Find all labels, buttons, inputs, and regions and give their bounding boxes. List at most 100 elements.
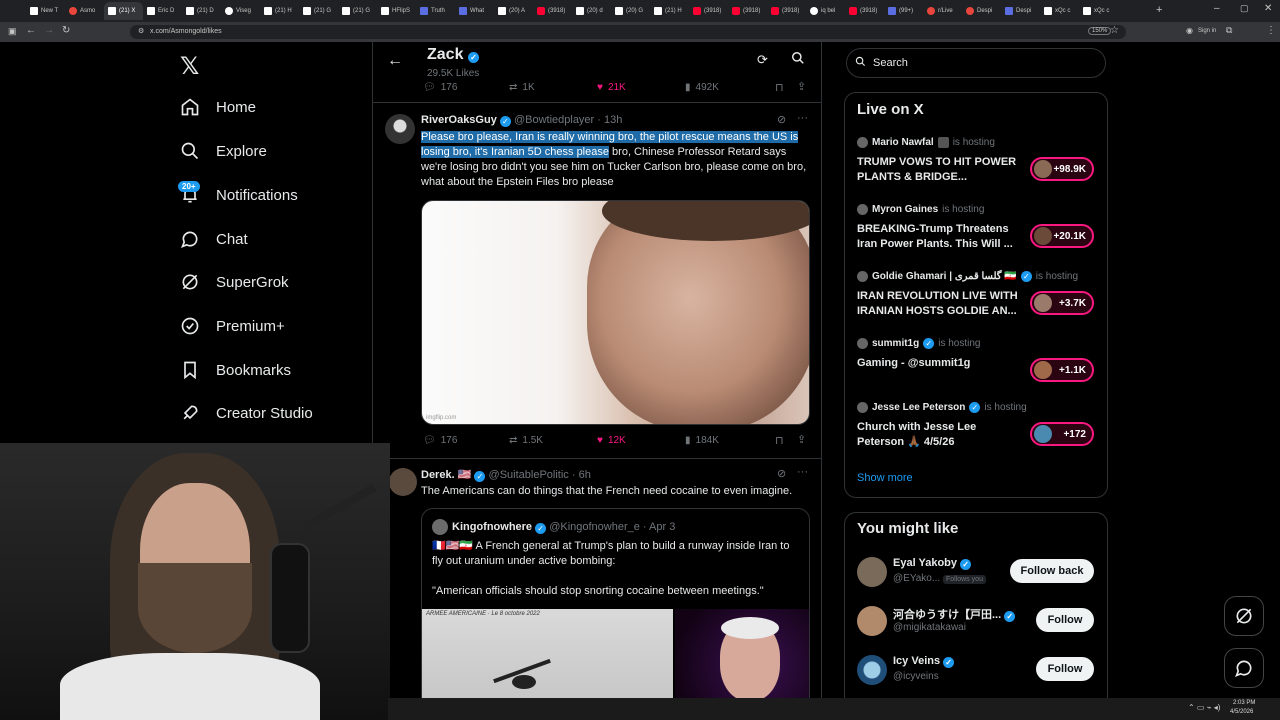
grok-refresh-icon[interactable]: ⟳ [757, 52, 768, 68]
views-stat[interactable]: ▮ 184K [685, 435, 719, 446]
suggested-user-handle[interactable]: @EYako... Follows you [893, 573, 986, 584]
like-button[interactable]: ♥ 12K [597, 435, 626, 446]
live-host[interactable]: Goldie Ghamari | گلسا قمری 🇮🇷 ✓ is hosting [857, 271, 1078, 282]
more-options-icon[interactable]: ··· [797, 112, 808, 124]
live-title[interactable]: TRUMP VOWS TO HIT POWER PLANTS & BRIDGE.… [857, 155, 1022, 185]
browser-tab[interactable]: (21) H [650, 2, 689, 20]
sidebar-item-explore[interactable]: Explore [180, 141, 267, 161]
bookmark-action-icon[interactable]: ⊓ [775, 81, 784, 94]
browser-tab[interactable]: Eric D [143, 2, 182, 20]
tweet-media[interactable]: imgflip.com [421, 200, 810, 425]
reload-icon[interactable]: ↻ [62, 25, 70, 36]
back-arrow-icon[interactable]: ← [387, 52, 403, 70]
browser-tab[interactable]: Viseg [221, 2, 260, 20]
avatar[interactable] [385, 114, 415, 144]
grok-icon[interactable]: ⊘ [777, 467, 786, 480]
zoom-indicator[interactable]: 150% [1088, 27, 1112, 35]
browser-tab[interactable]: (3918) [689, 2, 728, 20]
quote-tweet[interactable]: Kingofnowhere ✓ @Kingofnowher_e · Apr 3 … [421, 508, 810, 720]
browser-tab[interactable]: (21) H [260, 2, 299, 20]
live-title[interactable]: IRAN REVOLUTION LIVE WITH IRANIAN HOSTS … [857, 289, 1022, 319]
display-name[interactable]: RiverOaksGuy [421, 114, 497, 126]
browser-tab[interactable]: Truth [416, 2, 455, 20]
browser-tab[interactable]: (21) G [299, 2, 338, 20]
show-more-link[interactable]: Show more [857, 472, 913, 484]
browser-tab[interactable]: xQc c [1040, 2, 1079, 20]
maximize-button[interactable]: ▢ [1240, 3, 1249, 14]
browser-tab[interactable]: (3918) [728, 2, 767, 20]
profile-icon[interactable]: ◉ [1186, 26, 1193, 35]
tweet-time[interactable]: · 6h [572, 469, 591, 481]
live-host[interactable]: Jesse Lee Peterson ✓ is hosting [857, 402, 1027, 413]
back-icon[interactable]: ← [26, 25, 36, 36]
signin-label[interactable]: Sign in [1198, 28, 1216, 34]
browser-tab[interactable]: (99+) [884, 2, 923, 20]
tweet-time[interactable]: · 13h [597, 114, 622, 126]
grok-floating-button[interactable] [1224, 596, 1264, 636]
browser-tab[interactable]: Asmo [65, 2, 104, 20]
suggested-user-name[interactable]: Icy Veins ✓ [893, 655, 955, 668]
browser-tab[interactable]: (21) G [338, 2, 377, 20]
browser-tab[interactable]: (20) d [572, 2, 611, 20]
suggested-user-handle[interactable]: @icyveins [893, 671, 939, 682]
live-listeners-pill[interactable]: +3.7K [1030, 291, 1094, 315]
browser-tab[interactable]: xQc c [1079, 2, 1118, 20]
browser-tab[interactable]: (20) A [494, 2, 533, 20]
forward-icon[interactable]: → [44, 25, 54, 36]
close-window-button[interactable]: ✕ [1264, 3, 1272, 14]
live-title[interactable]: Church with Jesse Lee Peterson 🙏🏾 4/5/26 [857, 420, 1022, 450]
repost-button[interactable]: ⇄ 1.5K [509, 435, 543, 446]
grok-icon[interactable]: ⊘ [777, 113, 786, 126]
suggested-user-name[interactable]: Eyal Yakoby ✓ [893, 557, 972, 570]
live-title[interactable]: BREAKING-Trump Threatens Iran Power Plan… [857, 222, 1022, 252]
browser-tab[interactable]: HFlipS [377, 2, 416, 20]
user-handle[interactable]: @Bowtiedplayer [514, 114, 594, 126]
follow-button[interactable]: Follow [1036, 657, 1094, 681]
avatar[interactable] [857, 606, 887, 636]
extensions-icon[interactable]: ⧉ [1226, 25, 1232, 36]
new-tab-button[interactable]: + [1156, 4, 1162, 16]
follow-back-button[interactable]: Follow back [1010, 559, 1094, 583]
header-search-icon[interactable] [791, 51, 805, 70]
avatar[interactable] [857, 655, 887, 685]
site-info-icon[interactable]: ⚙ [138, 25, 144, 39]
browser-tab[interactable]: (20) G [611, 2, 650, 20]
more-options-icon[interactable]: ··· [797, 466, 808, 478]
live-listeners-pill[interactable]: +20.1K [1030, 224, 1094, 248]
display-name[interactable]: Derek. [421, 469, 455, 481]
browser-tab[interactable]: New T [26, 2, 65, 20]
follow-button[interactable]: Follow [1036, 608, 1094, 632]
avatar[interactable] [389, 468, 417, 496]
browser-tab[interactable]: Despi [962, 2, 1001, 20]
browser-tab[interactable]: Despi [1001, 2, 1040, 20]
avatar[interactable] [857, 557, 887, 587]
sidebar-toggle-icon[interactable]: ▣ [8, 26, 17, 37]
sidebar-item-supergrok[interactable]: SuperGrok [180, 272, 289, 292]
browser-tab[interactable]: iq bel [806, 2, 845, 20]
suggested-user-handle[interactable]: @migikatakawai [893, 622, 966, 633]
live-host[interactable]: Mario Nawfal is hosting [857, 137, 995, 148]
reply-button[interactable]: 💬︎ 176 [423, 82, 457, 93]
sidebar-item-creator-studio[interactable]: Creator Studio [180, 403, 313, 423]
sidebar-item-chat[interactable]: Chat [180, 229, 248, 249]
tray-icons[interactable]: ⌃ ▭ ⌁ ◂) [1188, 703, 1220, 712]
views-stat[interactable]: ▮ 492K [685, 82, 719, 93]
share-icon[interactable]: ⇪ [797, 433, 806, 446]
live-host[interactable]: Myron Gaines is hosting [857, 204, 984, 215]
x-logo-icon[interactable]: 𝕏 [180, 52, 199, 80]
reply-button[interactable]: 💬︎ 176 [423, 435, 457, 446]
menu-icon[interactable]: ⋮ [1266, 25, 1276, 36]
browser-tab[interactable]: (3918) [533, 2, 572, 20]
clock-time[interactable]: 2:03 PM [1233, 700, 1255, 706]
suggested-user-name[interactable]: 河合ゆうすけ【戸田... ✓ [893, 606, 1016, 622]
bookmark-action-icon[interactable]: ⊓ [775, 434, 784, 447]
star-icon[interactable]: ☆ [1110, 25, 1119, 36]
clock-date[interactable]: 4/5/2026 [1230, 709, 1253, 715]
live-listeners-pill[interactable]: +98.9K [1030, 157, 1094, 181]
like-button[interactable]: ♥ 21K [597, 82, 626, 93]
browser-tab[interactable]: (21) X [104, 2, 143, 20]
sidebar-item-premium[interactable]: Premium+ [180, 316, 285, 336]
browser-tab[interactable]: (3918) [767, 2, 806, 20]
url-field[interactable]: ⚙ x.com/Asmongold/likes [130, 25, 1126, 39]
sidebar-item-bookmarks[interactable]: Bookmarks [180, 360, 291, 380]
